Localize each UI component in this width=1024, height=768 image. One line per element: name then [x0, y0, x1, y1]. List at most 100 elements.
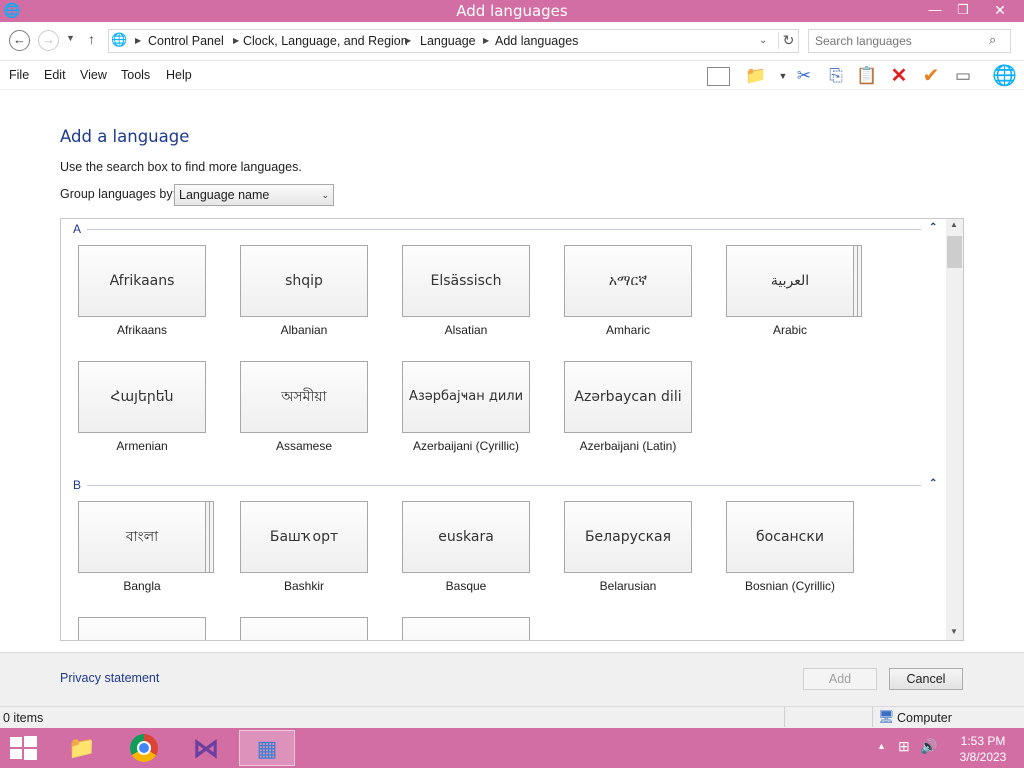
globe-icon: 🌐	[111, 32, 128, 47]
language-name: Azerbaijani (Latin)	[579, 439, 677, 453]
cancel-button[interactable]: Cancel	[889, 668, 963, 690]
language-tile-bosnian-cyrillic[interactable]: босански Bosnian (Cyrillic)	[726, 501, 870, 593]
language-tile[interactable]	[78, 617, 206, 640]
location-label: Computer	[897, 711, 952, 725]
globe-icon[interactable]: 🌐	[992, 65, 1017, 87]
language-tile-belarusian[interactable]: Беларуская Belarusian	[564, 501, 708, 593]
language-tile-basque[interactable]: euskara Basque	[402, 501, 546, 593]
menu-file[interactable]: File	[9, 68, 29, 82]
language-tile[interactable]	[240, 617, 368, 640]
breadcrumb-add-languages[interactable]: Add languages	[495, 30, 578, 52]
status-divider	[784, 707, 785, 727]
breadcrumb-control-panel[interactable]: Control Panel	[148, 30, 224, 52]
language-name: Alsatian	[444, 323, 488, 337]
chevron-down-icon: ⌄	[321, 190, 329, 200]
close-button[interactable]: ✕	[980, 0, 1020, 20]
language-native-name: Հայերեն	[78, 361, 206, 433]
menu-edit[interactable]: Edit	[44, 68, 66, 82]
language-tile-albanian[interactable]: shqip Albanian	[240, 245, 384, 337]
forward-icon[interactable]: →	[38, 30, 59, 51]
item-count: 0 items	[3, 711, 44, 725]
properties-icon[interactable]: ▭	[952, 65, 974, 87]
scroll-down-icon[interactable]: ▼	[950, 627, 958, 636]
copy-icon[interactable]: ⎘	[825, 65, 847, 87]
language-tile-bangla[interactable]: বাংলা Bangla	[78, 501, 222, 593]
minimize-button[interactable]: —	[922, 0, 948, 20]
cut-icon[interactable]: ✂	[793, 65, 815, 87]
language-tile-bashkir[interactable]: Башҡорт Bashkir	[240, 501, 384, 593]
group-header-b[interactable]: B	[73, 478, 81, 492]
address-bar[interactable]: 🌐 ▶ Control Panel ▶ Clock, Language, and…	[108, 29, 799, 53]
instruction-text: Use the search box to find more language…	[60, 160, 302, 174]
search-input[interactable]	[815, 33, 985, 49]
status-bar	[0, 706, 1024, 728]
language-tile-amharic[interactable]: አማርኛ Amharic	[564, 245, 708, 337]
control-panel-taskbar-icon[interactable]: ▦	[239, 730, 295, 766]
language-name: Belarusian	[599, 579, 657, 593]
folder-properties-icon[interactable]: 📁	[745, 65, 767, 87]
group-header-a[interactable]: A	[73, 222, 81, 236]
menu-view[interactable]: View	[80, 68, 107, 82]
checkmark-icon[interactable]: ✔	[920, 65, 942, 87]
language-name: Afrikaans	[116, 323, 168, 337]
up-icon[interactable]: ↑	[88, 31, 95, 47]
windows-logo-pane	[10, 749, 22, 759]
group-by-select[interactable]: Language name ⌄	[174, 184, 334, 206]
scroll-up-icon[interactable]: ▲	[950, 220, 958, 229]
breadcrumb-language[interactable]: Language	[420, 30, 476, 52]
language-tile-assamese[interactable]: অসমীয়া Assamese	[240, 361, 384, 453]
system-clock[interactable]: 1:53 PM 3/8/2023	[952, 733, 1014, 765]
status-divider	[872, 707, 873, 727]
language-name: Azerbaijani (Cyrillic)	[412, 439, 520, 453]
start-button[interactable]	[8, 735, 38, 761]
collapse-icon[interactable]: ⌃	[929, 478, 937, 489]
visual-studio-icon[interactable]: ⋈	[181, 730, 231, 766]
language-name: Bangla	[123, 579, 161, 593]
restore-button[interactable]: ❐	[950, 0, 976, 20]
breadcrumb-clock-language-region[interactable]: Clock, Language, and Region	[243, 30, 408, 52]
file-explorer-icon[interactable]: 📁	[57, 730, 107, 766]
language-tile-afrikaans[interactable]: Afrikaans Afrikaans	[78, 245, 222, 337]
menu-help[interactable]: Help	[166, 68, 192, 82]
language-tile-arabic[interactable]: العربية Arabic	[726, 245, 870, 337]
chevron-right-icon[interactable]: ▶	[233, 30, 239, 52]
menu-tools[interactable]: Tools	[121, 68, 150, 82]
show-hidden-icons[interactable]: ▲	[877, 741, 886, 751]
volume-icon[interactable]: 🔊	[920, 738, 937, 755]
add-button[interactable]: Add	[803, 668, 877, 690]
language-tile-azerbaijani-latin[interactable]: Azərbaycan dili Azerbaijani (Latin)	[564, 361, 708, 453]
group-by-label: Group languages by:	[60, 187, 177, 201]
language-name: Armenian	[116, 439, 168, 453]
recent-pages-icon[interactable]: ▼	[66, 33, 75, 43]
address-dropdown-icon[interactable]: ⌄	[759, 35, 767, 46]
scrollbar-thumb[interactable]	[947, 236, 962, 268]
chevron-right-icon[interactable]: ▶	[405, 30, 411, 52]
language-tile-azerbaijani-cyrillic[interactable]: Азәрбајҹан дили Azerbaijani (Cyrillic)	[402, 361, 546, 453]
windows-logo-pane	[10, 737, 22, 747]
refresh-icon[interactable]: ↻	[778, 32, 798, 49]
network-icon[interactable]: ⊞	[898, 738, 910, 755]
language-native-name: босански	[726, 501, 854, 573]
chrome-icon[interactable]	[119, 730, 169, 766]
language-native-name: Elsässisch	[402, 245, 530, 317]
language-tile-alsatian[interactable]: Elsässisch Alsatian	[402, 245, 546, 337]
privacy-link[interactable]: Privacy statement	[60, 671, 159, 685]
chevron-down-icon[interactable]: ▼	[772, 65, 794, 87]
language-native-name: Башҡорт	[240, 501, 368, 573]
window-title: Add languages	[456, 2, 568, 20]
chevron-right-icon[interactable]: ▶	[483, 30, 489, 52]
delete-icon[interactable]: ✕	[888, 65, 910, 87]
search-box[interactable]: ⌕	[808, 29, 1011, 53]
language-name: Arabic	[772, 323, 807, 337]
language-native-name: বাংলা	[78, 501, 206, 573]
vertical-scrollbar[interactable]: ▲ ▼	[946, 219, 963, 640]
language-tile-armenian[interactable]: Հայերեն Armenian	[78, 361, 222, 453]
paste-icon[interactable]: 📋	[856, 65, 878, 87]
language-list: A ⌃ Afrikaans Afrikaans shqip Albanian E…	[60, 218, 964, 641]
collapse-icon[interactable]: ⌃	[929, 222, 937, 233]
search-icon[interactable]: ⌕	[989, 32, 996, 48]
preview-pane-icon[interactable]	[707, 67, 730, 86]
language-tile[interactable]	[402, 617, 530, 640]
chevron-right-icon[interactable]: ▶	[135, 30, 141, 52]
back-icon[interactable]: ←	[9, 30, 30, 51]
